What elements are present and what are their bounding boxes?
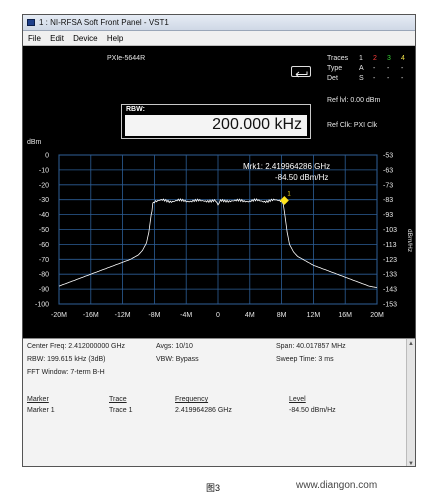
y-tick-label-left: -70	[39, 257, 49, 264]
marker-level-readout: -84.50 dBm/Hz	[275, 173, 328, 182]
x-tick-label: 4M	[245, 312, 255, 319]
y-tick-label-left: -20	[39, 182, 49, 189]
marker-table-header-level: Level	[289, 396, 306, 403]
menu-edit[interactable]: Edit	[50, 34, 64, 43]
y-tick-label-right: -143	[383, 287, 397, 294]
averages: Avgs: 10/10	[156, 343, 193, 350]
spectrum-plot: dBm dBm/Hz -20M -16M -12M -8M -4M 0 4M 8M 12M 16M…	[27, 139, 413, 319]
level-cell: -84.50 dBm/Hz	[289, 407, 336, 414]
window-title: 1 : NI-RFSA Soft Front Panel - VST1	[39, 18, 169, 27]
frequency-cell: 2.419964286 GHz	[175, 407, 232, 414]
x-tick-label: -16M	[83, 312, 99, 319]
y-tick-label-right: -93	[383, 212, 393, 219]
y-tick-label-left: -60	[39, 242, 49, 249]
menu-help[interactable]: Help	[107, 34, 123, 43]
y-tick-label-right: -133	[383, 272, 397, 279]
x-tick-label: 16M	[338, 312, 352, 319]
y-tick-label-left: 0	[45, 153, 49, 160]
y-tick-label-right: -103	[383, 227, 397, 234]
y-tick-label-left: -40	[39, 212, 49, 219]
span: Span: 40.017857 MHz	[276, 343, 346, 350]
menu-device[interactable]: Device	[73, 34, 97, 43]
trace-cell: Trace 1	[109, 407, 133, 414]
x-tick-label: -20M	[51, 312, 67, 319]
y-tick-label-right: -153	[383, 302, 397, 309]
rbw-readout: RBW: 199.615 kHz (3dB)	[27, 356, 106, 363]
x-tick-label: 8M	[277, 312, 287, 319]
marker-frequency-readout: Mrk1: 2.419964286 GHz	[243, 162, 330, 171]
center-frequency: Center Freq: 2.412000000 GHz	[27, 343, 126, 350]
y-tick-label-left: -10	[39, 167, 49, 174]
watermark: www.diangon.com	[296, 480, 378, 491]
y-tick-label-left: -50	[39, 227, 49, 234]
x-tick-label: 0	[216, 312, 220, 319]
spectrum-panel: PXIe-5644R Traces Type Det 1 2 3 4 A - -…	[23, 46, 415, 338]
scroll-up-icon[interactable]: ▲	[408, 341, 414, 347]
marker-table-header-marker: Marker	[27, 396, 49, 403]
measurement-info-panel: Center Freq: 2.412000000 GHz Avgs: 10/10…	[23, 338, 415, 466]
y-tick-label-left: -100	[35, 302, 49, 309]
title-bar[interactable]: 1 : NI-RFSA Soft Front Panel - VST1	[23, 15, 415, 31]
y-tick-label-right: -63	[383, 167, 393, 174]
x-tick-label: 20M	[370, 312, 384, 319]
marker-cell: Marker 1	[27, 407, 55, 414]
y-tick-label-right: -73	[383, 182, 393, 189]
x-tick-label: -8M	[148, 312, 160, 319]
y-tick-label-right: -83	[383, 197, 393, 204]
info-scrollbar[interactable]: ▲ ▼	[406, 339, 415, 466]
x-tick-label: -4M	[180, 312, 192, 319]
y-tick-label-left: -30	[39, 197, 49, 204]
menu-bar: File Edit Device Help	[23, 31, 415, 46]
left-axis-unit: dBm	[27, 139, 42, 146]
scroll-down-icon[interactable]: ▼	[408, 461, 414, 466]
x-tick-label: 12M	[307, 312, 321, 319]
sweep-time: Sweep Time: 3 ms	[276, 356, 334, 363]
marker-table-header-frequency: Frequency	[175, 396, 209, 403]
y-tick-label-right: -53	[383, 153, 393, 160]
y-tick-label-left: -80	[39, 272, 49, 279]
vbw-readout: VBW: Bypass	[156, 356, 199, 363]
y-tick-label-left: -90	[39, 287, 49, 294]
right-axis-unit: dBm/Hz	[406, 229, 413, 252]
y-tick-label-right: -123	[383, 257, 397, 264]
app-window: 1 : NI-RFSA Soft Front Panel - VST1 File…	[22, 14, 416, 467]
plot-grid	[58, 154, 378, 305]
y-tick-label-right: -113	[383, 242, 397, 249]
menu-file[interactable]: File	[28, 34, 41, 43]
fft-window: FFT Window: 7-term B-H	[27, 369, 105, 376]
marker-table-header-trace: Trace	[109, 396, 127, 403]
figure-caption: 图3	[206, 483, 221, 493]
app-icon	[27, 19, 35, 26]
x-tick-label: -12M	[115, 312, 131, 319]
